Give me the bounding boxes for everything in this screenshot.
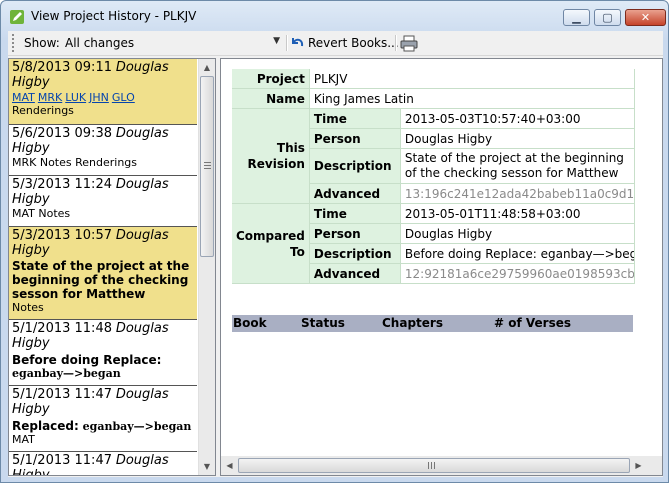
compared-to-label: Compared To xyxy=(232,203,310,284)
history-item[interactable]: 5/1/2013 11:47 Douglas Higby xyxy=(9,452,197,475)
history-detail: eganbay—>began xyxy=(12,367,121,380)
history-date: 5/3/2013 10:57 xyxy=(12,228,112,243)
show-filter-dropdown[interactable]: All changes ▼ xyxy=(64,34,282,52)
history-change-kinds: MAT Notes xyxy=(12,207,71,220)
books-table-header: Book Status Chapters # of Verses xyxy=(232,315,633,332)
show-label: Show: xyxy=(24,36,60,50)
name-value: King James Latin xyxy=(309,88,635,109)
history-change-kinds: Renderings xyxy=(12,104,74,117)
book-link-mrk[interactable]: MRK xyxy=(38,91,62,104)
column-header-book[interactable]: Book xyxy=(233,316,267,330)
pencil-app-icon xyxy=(10,10,24,24)
toolbar-grip[interactable] xyxy=(12,34,14,52)
person-label: Person xyxy=(309,223,401,244)
advanced-label: Advanced xyxy=(309,263,401,284)
description-label: Description xyxy=(309,243,401,264)
book-link-mat[interactable]: MAT xyxy=(12,91,35,104)
history-item[interactable]: 5/8/2013 09:11 Douglas Higby MAT MRK LUK JH… xyxy=(9,59,197,125)
dropdown-arrow-icon: ▼ xyxy=(273,36,280,46)
scroll-up-icon[interactable]: ▲ xyxy=(199,59,215,76)
time-label: Time xyxy=(309,203,401,224)
book-link-luk[interactable]: LUK xyxy=(65,91,86,104)
history-date: 5/1/2013 11:48 xyxy=(12,321,112,336)
book-link-glo[interactable]: GLO xyxy=(112,91,135,104)
this-advanced-value: 13:196c241e12ada42babeb11a0c9d12080 xyxy=(400,183,635,204)
maximize-button[interactable]: ▢ xyxy=(594,9,621,26)
column-header-verses[interactable]: # of Verses xyxy=(494,316,571,330)
compared-advanced-value: 12:92181a6ce29759960ae0198593cb86b5 xyxy=(400,263,635,284)
show-filter-value: All changes xyxy=(65,36,135,50)
project-value: PLKJV xyxy=(309,69,635,89)
window-title: View Project History - PLKJV xyxy=(31,9,197,23)
toolbar-separator xyxy=(395,35,397,51)
history-date: 5/3/2013 11:24 xyxy=(12,177,112,192)
time-label: Time xyxy=(309,108,401,129)
window-client-area: Show: All changes ▼ Revert Books... 5/8/… xyxy=(8,31,663,477)
history-date: 5/1/2013 11:47 xyxy=(12,453,112,468)
scrollbar-thumb[interactable] xyxy=(238,458,630,473)
compared-time-value: 2013-05-01T11:48:58+03:00 xyxy=(400,203,635,224)
book-link-jhn[interactable]: JHN xyxy=(89,91,109,104)
close-button[interactable]: ✕ xyxy=(625,9,666,26)
history-description: Replaced: xyxy=(12,419,79,433)
undo-arrow-icon xyxy=(292,38,304,47)
history-item[interactable]: 5/6/2013 09:38 Douglas Higby MRK Notes R… xyxy=(9,125,197,176)
scrollbar-corner xyxy=(647,456,662,475)
advanced-label: Advanced xyxy=(309,183,401,204)
scroll-down-icon[interactable]: ▼ xyxy=(199,458,215,475)
history-change-kinds: MAT xyxy=(12,433,35,446)
maximize-icon: ▢ xyxy=(602,11,613,24)
history-vertical-scrollbar[interactable]: ▲ ▼ xyxy=(198,59,215,475)
history-item[interactable]: 5/3/2013 10:57 Douglas Higby State of th… xyxy=(9,227,197,320)
project-label: Project xyxy=(232,69,310,89)
minimize-icon: ▁ xyxy=(572,11,581,24)
this-person-value: Douglas Higby xyxy=(400,128,635,149)
scrollbar-thumb[interactable] xyxy=(200,76,214,257)
toolbar: Show: All changes ▼ Revert Books... xyxy=(8,31,663,56)
history-date: 5/6/2013 09:38 xyxy=(12,126,112,141)
scroll-left-icon[interactable]: ◀ xyxy=(221,456,238,475)
description-label: Description xyxy=(309,148,401,184)
person-label: Person xyxy=(309,128,401,149)
minimize-button[interactable]: ▁ xyxy=(563,9,590,26)
print-icon[interactable] xyxy=(400,34,418,52)
history-item[interactable]: 5/1/2013 11:48 Douglas Higby Before doin… xyxy=(9,320,197,386)
revision-details-table: Project PLKJV Name King James Latin This… xyxy=(232,69,635,284)
history-item[interactable]: 5/1/2013 11:47 Douglas Higby Replaced: e… xyxy=(9,386,197,452)
application-window: View Project History - PLKJV ▁ ▢ ✕ Show:… xyxy=(0,0,669,483)
history-description: State of the project at the beginning of… xyxy=(12,259,190,301)
scroll-right-icon[interactable]: ▶ xyxy=(630,456,647,475)
this-description-value: State of the project at the beginning of… xyxy=(400,148,635,184)
close-icon: ✕ xyxy=(640,11,651,24)
this-time-value: 2013-05-03T10:57:40+03:00 xyxy=(400,108,635,129)
details-horizontal-scrollbar[interactable]: ◀ ▶ xyxy=(221,456,647,475)
history-date: 5/1/2013 11:47 xyxy=(12,387,112,402)
history-description: Before doing Replace: xyxy=(12,353,162,367)
this-revision-label: This Revision xyxy=(232,108,310,204)
history-item[interactable]: 5/3/2013 11:24 Douglas Higby MAT Notes xyxy=(9,176,197,227)
column-header-status[interactable]: Status xyxy=(301,316,345,330)
title-bar[interactable]: View Project History - PLKJV ▁ ▢ ✕ xyxy=(1,1,668,31)
compared-person-value: Douglas Higby xyxy=(400,223,635,244)
history-change-kinds: MRK Notes Renderings xyxy=(12,156,138,169)
compared-description-value: Before doing Replace: eganbay—>began xyxy=(400,243,635,264)
column-header-chapters[interactable]: Chapters xyxy=(382,316,443,330)
name-label: Name xyxy=(232,88,310,109)
history-date: 5/8/2013 09:11 xyxy=(12,60,112,75)
toolbar-separator xyxy=(286,35,288,51)
history-change-kinds: Notes xyxy=(12,301,44,314)
revert-books-label: Revert Books... xyxy=(308,36,399,50)
history-detail: eganbay—>began xyxy=(82,420,192,433)
history-list[interactable]: 5/8/2013 09:11 Douglas Higby MAT MRK LUK JH… xyxy=(8,58,216,476)
revision-details-pane: Project PLKJV Name King James Latin This… xyxy=(220,58,663,476)
